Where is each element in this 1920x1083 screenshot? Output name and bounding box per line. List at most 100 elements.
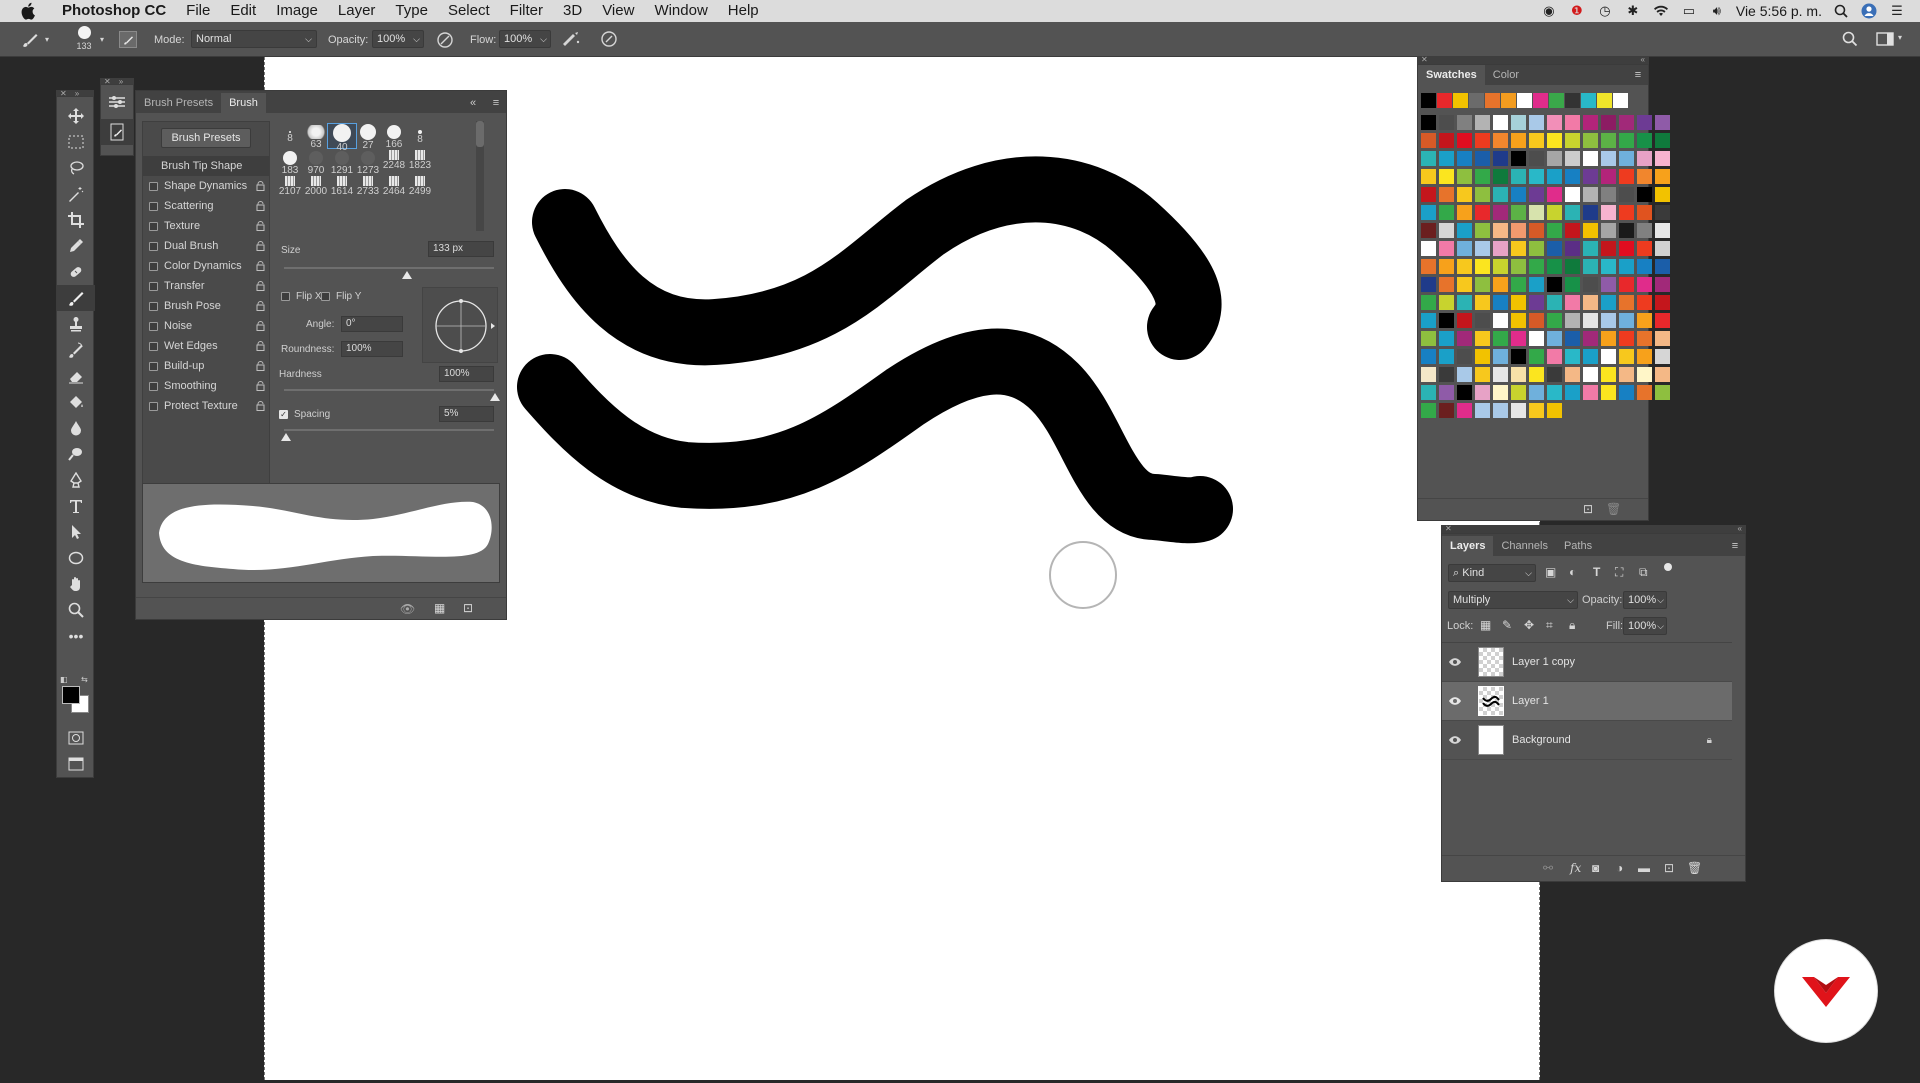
color-swatch[interactable] [1439,223,1454,238]
color-swatch[interactable] [1421,277,1436,292]
tab-layers[interactable]: Layers [1442,536,1494,556]
filter-toggle-icon[interactable] [1664,563,1672,571]
color-swatch[interactable] [1439,169,1454,184]
color-swatch[interactable] [1637,349,1652,364]
color-swatch[interactable] [1655,259,1670,274]
color-swatch[interactable] [1493,331,1508,346]
color-swatch[interactable] [1619,115,1634,130]
color-swatch[interactable] [1655,295,1670,310]
menu-select[interactable]: Select [438,0,500,22]
recent-swatch[interactable] [1533,93,1548,108]
brush-tip-preset[interactable]: 2499 [405,175,435,197]
color-swatch[interactable] [1475,259,1490,274]
lock-icon[interactable] [256,341,265,351]
layer-style-fx-icon[interactable]: fx [1570,861,1581,875]
color-swatch[interactable] [1583,151,1598,166]
color-swatch[interactable] [1421,133,1436,148]
color-swatch[interactable] [1583,187,1598,202]
lock-icon[interactable] [256,361,265,371]
color-swatch[interactable] [1439,331,1454,346]
adjustment-layer-icon[interactable]: ◑ [1616,861,1623,875]
recent-swatch[interactable] [1485,93,1500,108]
color-swatch[interactable] [1547,259,1562,274]
flow-field[interactable]: 100% ⌵ [499,30,551,48]
color-swatch[interactable] [1493,313,1508,328]
color-swatch[interactable] [1511,331,1526,346]
color-swatch[interactable] [1601,133,1616,148]
recent-swatch[interactable] [1421,93,1436,108]
brush-tip-preset[interactable]: 1823 [405,149,435,171]
layer-lock-icon[interactable]: 🔒︎ [1707,735,1712,746]
workspace-switcher-icon[interactable] [1876,32,1894,46]
tab-brush-presets[interactable]: Brush Presets [136,93,221,113]
color-swatch[interactable] [1565,367,1580,382]
color-swatch[interactable] [1439,115,1454,130]
color-swatch[interactable] [1619,205,1634,220]
brush-settings-icon[interactable] [101,89,133,115]
layer-row-background[interactable]: Background 🔒︎ [1442,721,1732,760]
color-swatch[interactable] [1637,169,1652,184]
brush-setting-checkbox[interactable] [149,181,158,191]
color-swatch[interactable] [1457,115,1472,130]
apple-logo-icon[interactable] [20,2,38,20]
color-swatch[interactable] [1529,241,1544,256]
layer-fill-field[interactable]: 100% ⌵ [1623,617,1667,635]
layer-row-layer-1-copy[interactable]: Layer 1 copy [1442,643,1732,682]
color-swatch[interactable] [1421,187,1436,202]
roundness-field[interactable]: 100% [341,341,403,357]
collapse-panel-icon[interactable]: « [470,93,486,113]
notification-center-icon[interactable]: ☰ [1888,3,1906,19]
color-swatch[interactable] [1457,295,1472,310]
brush-setting-item[interactable]: Wet Edges [143,336,269,356]
color-swatch[interactable] [1601,259,1616,274]
visibility-eye-icon[interactable] [1442,735,1468,745]
color-swatch[interactable] [1439,187,1454,202]
recent-swatch[interactable] [1549,93,1564,108]
color-swatch[interactable] [1529,205,1544,220]
brush-setting-checkbox[interactable] [149,401,158,411]
angle-roundness-widget[interactable] [422,287,498,363]
spacing-slider-thumb[interactable] [281,433,291,441]
adjustment-filter-icon[interactable]: ◐ [1569,565,1576,579]
color-swatch[interactable] [1493,349,1508,364]
color-swatch[interactable] [1421,223,1436,238]
swap-colors-icon[interactable]: ⇆ [81,675,88,684]
tab-brush[interactable]: Brush [221,93,266,113]
brush-setting-item[interactable]: Scattering [143,196,269,216]
brush-setting-checkbox[interactable] [149,281,158,291]
color-swatch[interactable] [1583,313,1598,328]
record-icon[interactable]: ◉ [1540,3,1558,19]
color-swatch[interactable] [1583,241,1598,256]
recent-swatch[interactable] [1597,93,1612,108]
color-swatch[interactable] [1583,205,1598,220]
tab-channels[interactable]: Channels [1493,536,1555,556]
spacing-field[interactable]: 5% [439,406,494,422]
color-swatch[interactable] [1619,277,1634,292]
brush-tool-icon[interactable] [57,285,95,311]
color-swatch[interactable] [1493,151,1508,166]
color-swatch[interactable] [1457,241,1472,256]
color-swatch[interactable] [1475,313,1490,328]
color-swatch[interactable] [1601,223,1616,238]
color-swatch[interactable] [1439,367,1454,382]
color-swatch[interactable] [1583,115,1598,130]
color-swatch[interactable] [1457,331,1472,346]
recent-swatch[interactable] [1565,93,1580,108]
color-swatch[interactable] [1619,169,1634,184]
layer-filter-select[interactable]: ⌕ Kind ⌵ [1448,564,1536,582]
brush-panel-icon[interactable] [101,119,133,145]
color-swatch[interactable] [1511,313,1526,328]
color-swatch[interactable] [1475,223,1490,238]
color-swatch[interactable] [1475,169,1490,184]
shape-filter-icon[interactable]: ⛶ [1615,565,1623,580]
color-swatch[interactable] [1601,151,1616,166]
color-swatch[interactable] [1529,295,1544,310]
layer-blend-mode-select[interactable]: Multiply ⌵ [1448,591,1578,609]
color-swatch[interactable] [1583,295,1598,310]
layer-opacity-field[interactable]: 100% ⌵ [1623,591,1667,609]
brush-setting-item[interactable]: Brush Pose [143,296,269,316]
eraser-icon[interactable] [57,363,95,389]
brush-setting-checkbox[interactable] [149,241,158,251]
visibility-eye-icon[interactable] [1442,696,1468,706]
color-swatch[interactable] [1655,385,1670,400]
